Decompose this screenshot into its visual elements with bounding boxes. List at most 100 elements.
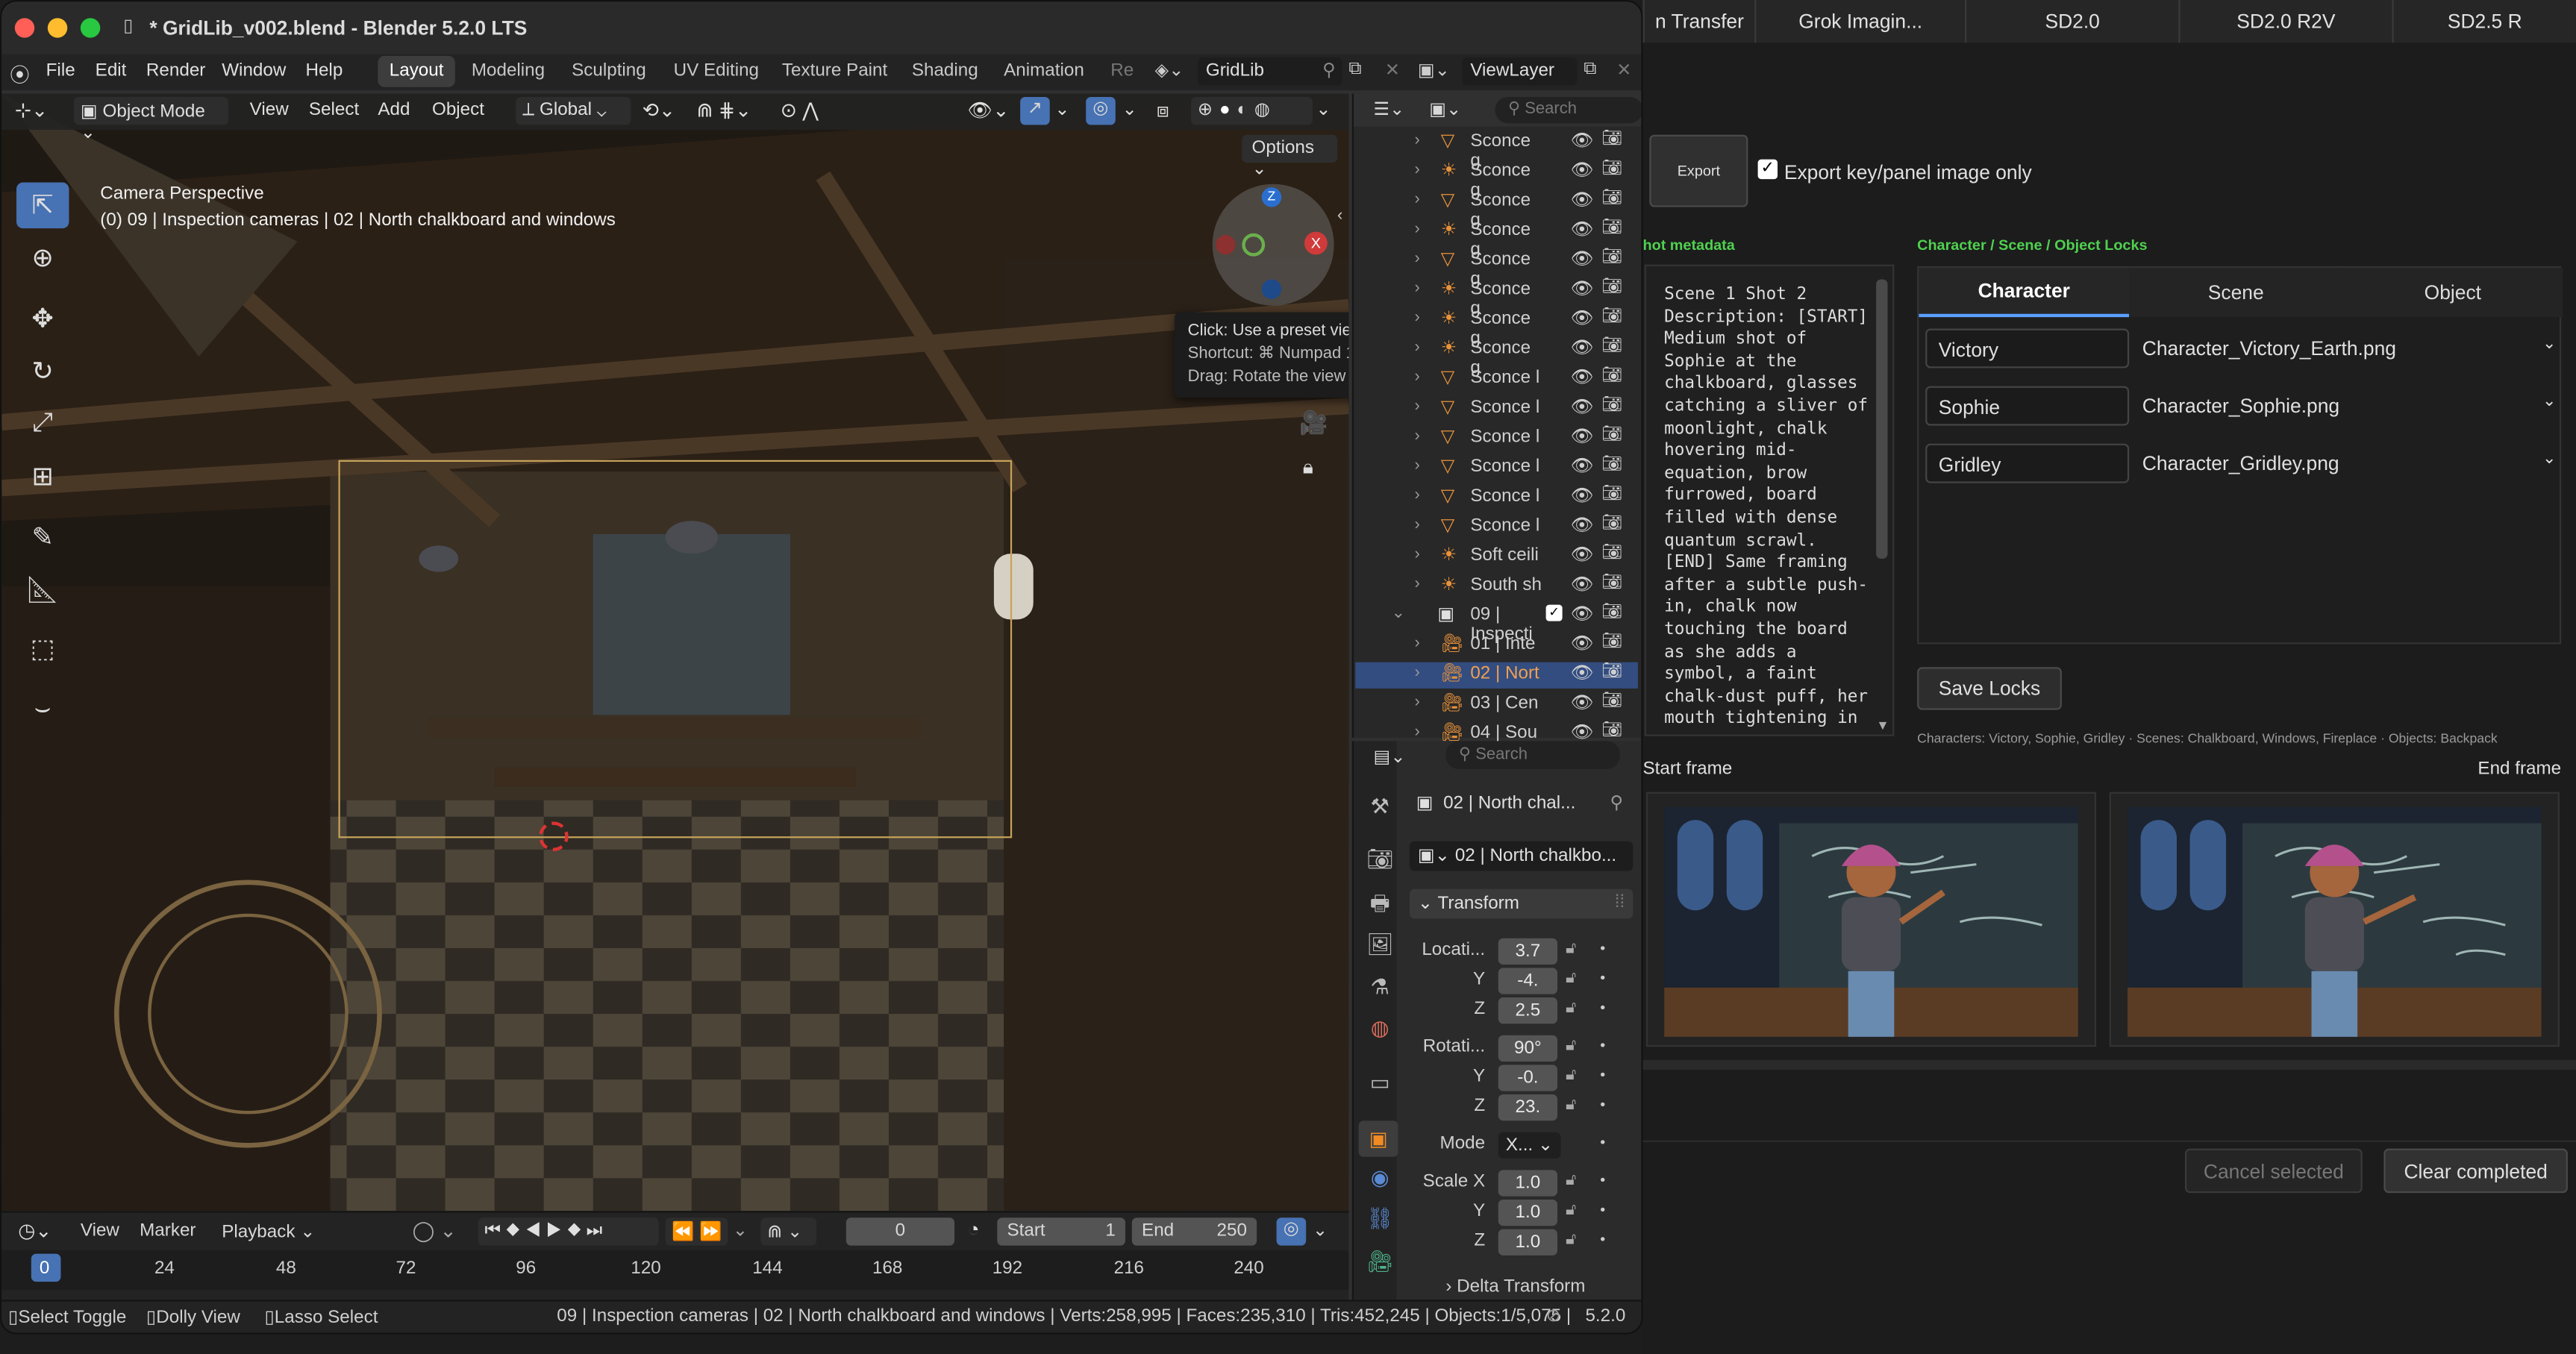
curve-tool[interactable]: ⌣ bbox=[16, 687, 69, 733]
options-dropdown[interactable]: Options ⌄ bbox=[1242, 134, 1338, 179]
start-frame-field[interactable]: Start 1 bbox=[997, 1217, 1126, 1246]
solid-shading-icon[interactable]: ● bbox=[1219, 100, 1237, 119]
visibility-eye-icon[interactable]: 👁︎ bbox=[1571, 692, 1594, 713]
tab-sd25[interactable]: SD2.5 R bbox=[2392, 0, 2576, 43]
scale-x-field[interactable]: 1.0 bbox=[1498, 1170, 1558, 1197]
keyframe-dot-icon[interactable]: • bbox=[1600, 1037, 1605, 1053]
constraints-properties-icon[interactable]: ⛓ bbox=[1365, 1206, 1395, 1232]
visibility-eye-icon[interactable]: 👁︎ bbox=[1571, 248, 1594, 269]
output-properties-icon[interactable]: 🖶 bbox=[1365, 889, 1395, 925]
keyframe-dot-icon[interactable]: • bbox=[1600, 1067, 1605, 1083]
timeline-view-dropdown-icon[interactable]: ⌄ bbox=[1313, 1219, 1328, 1241]
tab-grok[interactable]: Grok Imagin... bbox=[1754, 0, 1965, 43]
workspace-tab-layout[interactable]: Layout bbox=[378, 55, 455, 87]
outliner-row[interactable]: › ▽ Sconce g 👁︎ 📷︎ bbox=[1414, 246, 1637, 289]
visibility-eye-icon[interactable]: 👁︎ bbox=[1571, 189, 1594, 210]
tab-sd20-r2v[interactable]: SD2.0 R2V bbox=[2178, 0, 2392, 43]
render-camera-icon[interactable]: 📷︎ bbox=[1601, 544, 1622, 562]
workspace-tab-sculpting[interactable]: Sculpting bbox=[560, 56, 657, 87]
pin-icon[interactable]: ⚲ bbox=[1610, 792, 1623, 813]
render-camera-icon[interactable]: 📷︎ bbox=[1601, 514, 1622, 532]
object-name-row[interactable]: ▣ 02 | North chal... bbox=[1416, 792, 1576, 813]
display-mode-icon[interactable]: ▣⌄ bbox=[1429, 98, 1461, 119]
render-properties-icon[interactable]: 📷︎ bbox=[1365, 846, 1395, 872]
lock-file-select[interactable]: Character_Sophie.png ⌄ bbox=[2142, 386, 2557, 426]
viewport-menu-view[interactable]: View bbox=[250, 100, 289, 119]
render-camera-icon[interactable]: 📷︎ bbox=[1601, 307, 1622, 325]
menu-file[interactable]: File bbox=[46, 60, 75, 80]
expand-arrow-icon[interactable]: › bbox=[1414, 545, 1419, 563]
outliner-row[interactable]: › ▽ Sconce l 👁︎ 📷︎ bbox=[1414, 483, 1637, 513]
transform-orientation-dropdown[interactable]: ⟂ Global ⌄ bbox=[516, 96, 631, 125]
scene-properties-icon[interactable]: ⚗ bbox=[1365, 974, 1395, 1000]
menu-window[interactable]: Window bbox=[222, 60, 286, 80]
lock-icon[interactable]: 🔓︎ bbox=[1566, 970, 1576, 988]
outliner-row[interactable]: › ☀ South sh 👁︎ 📷︎ bbox=[1414, 572, 1637, 602]
render-camera-icon[interactable]: 📷︎ bbox=[1601, 130, 1622, 148]
minimize-window-button[interactable] bbox=[47, 18, 68, 38]
pivot-icon[interactable]: ⟲⌄ bbox=[643, 98, 675, 122]
view-layer-selector[interactable]: ViewLayer bbox=[1462, 57, 1578, 86]
gizmo-dropdown-icon[interactable]: ⌄ bbox=[1054, 98, 1069, 119]
expand-arrow-icon[interactable]: › bbox=[1414, 634, 1419, 652]
visibility-icon[interactable]: 👁︎⌄ bbox=[968, 98, 1010, 122]
keyframe-dot-icon[interactable]: • bbox=[1600, 1231, 1605, 1247]
outliner-row[interactable]: › ☀ Sconce g 👁︎ 📷︎ bbox=[1414, 276, 1637, 319]
export-button[interactable]: Export bbox=[1649, 134, 1748, 207]
timeline-menu-view[interactable]: View bbox=[81, 1221, 119, 1241]
tool-properties-icon[interactable]: ⚒ bbox=[1365, 794, 1395, 820]
workspace-tab-modeling[interactable]: Modeling bbox=[460, 56, 556, 87]
expand-arrow-icon[interactable]: › bbox=[1414, 279, 1419, 297]
next-keyframe-icon[interactable]: ◆ bbox=[567, 1221, 587, 1241]
expand-arrow-icon[interactable]: › bbox=[1414, 220, 1419, 238]
cursor-tool[interactable]: ⊕ bbox=[16, 235, 69, 281]
blender-logo-icon[interactable]: ⦿ bbox=[10, 60, 29, 88]
visibility-eye-icon[interactable]: 👁︎ bbox=[1571, 633, 1594, 654]
gizmo-toggle-icon[interactable]: ↗ bbox=[1020, 96, 1050, 125]
outliner-row[interactable]: › ▽ Sconce l 👁︎ 📷︎ bbox=[1414, 365, 1637, 395]
export-checkbox[interactable]: ✓ bbox=[1757, 159, 1778, 180]
expand-arrow-icon[interactable]: › bbox=[1414, 191, 1419, 209]
keying-dropdown-icon[interactable]: ⌄ bbox=[733, 1219, 748, 1241]
lock-name-input[interactable]: Sophie bbox=[1925, 386, 2130, 426]
menu-edit[interactable]: Edit bbox=[96, 60, 127, 80]
network-off-icon[interactable]: ⊘ bbox=[1546, 1305, 1561, 1326]
outliner-row[interactable]: › ☀ Sconce g 👁︎ 📷︎ bbox=[1414, 217, 1637, 260]
render-camera-icon[interactable]: 📷︎ bbox=[1601, 721, 1622, 739]
outliner-row[interactable]: ⌄ ▣ 09 | Inspecti ✓ 👁︎ 📷︎ bbox=[1392, 601, 1637, 644]
object-data-selector[interactable]: ▣⌄ 02 | North chalkbo... bbox=[1409, 841, 1634, 871]
scene-icon[interactable]: ◈⌄ bbox=[1155, 59, 1184, 80]
transform-panel-header[interactable]: ⌄ Transform ⁞⁞ bbox=[1409, 888, 1634, 919]
lock-icon[interactable]: 🔓︎ bbox=[1566, 999, 1576, 1017]
outliner-row[interactable]: › 🎥︎ 02 | Nort 👁︎ 📷︎ bbox=[1414, 660, 1637, 690]
3d-cursor-icon[interactable] bbox=[539, 821, 569, 851]
visibility-eye-icon[interactable]: 👁︎ bbox=[1571, 396, 1594, 417]
visibility-eye-icon[interactable]: 👁︎ bbox=[1571, 337, 1594, 358]
3d-viewport[interactable]: Camera Perspective (0) 09 | Inspection c… bbox=[1, 93, 1349, 1212]
outliner-row[interactable]: › ▽ Sconce l 👁︎ 📷︎ bbox=[1414, 513, 1637, 542]
stopwatch-icon[interactable]: ◔ bbox=[968, 1217, 980, 1241]
object-properties-icon[interactable]: ▣ bbox=[1358, 1121, 1398, 1157]
render-camera-icon[interactable]: 📷︎ bbox=[1601, 603, 1622, 621]
lock-name-input[interactable]: Victory bbox=[1925, 328, 2130, 369]
visibility-eye-icon[interactable]: 👁︎ bbox=[1571, 425, 1594, 447]
location-z-field[interactable]: 2.5 bbox=[1498, 997, 1558, 1024]
timeline-editor-type-icon[interactable]: ◷⌄ bbox=[18, 1219, 51, 1242]
remove-scene-icon[interactable]: ✕ bbox=[1385, 59, 1400, 80]
lock-icon[interactable]: 🔓︎ bbox=[1566, 1096, 1576, 1114]
menu-render[interactable]: Render bbox=[146, 60, 205, 80]
timeline-view-icon[interactable]: ◎ bbox=[1276, 1217, 1307, 1246]
wireframe-shading-icon[interactable]: ⊕ bbox=[1198, 100, 1219, 119]
render-camera-icon[interactable]: 📷︎ bbox=[1601, 485, 1622, 503]
collection-properties-icon[interactable]: ▭ bbox=[1365, 1070, 1395, 1096]
lock-icon[interactable]: 🔓︎ bbox=[1566, 1067, 1576, 1085]
shading-mode-buttons[interactable]: ⊕●◐◍ bbox=[1191, 96, 1313, 125]
play-reverse-icon[interactable]: ◀ bbox=[525, 1221, 546, 1241]
visibility-eye-icon[interactable]: 👁︎ bbox=[1571, 603, 1594, 624]
editor-type-icon[interactable]: ⊹⌄ bbox=[15, 98, 48, 122]
properties-editor-type-icon[interactable]: ▤⌄ bbox=[1373, 746, 1405, 767]
jump-end-icon[interactable]: ⏭ bbox=[587, 1221, 607, 1241]
gizmo-neg-z-axis[interactable] bbox=[1261, 279, 1282, 299]
physics-properties-icon[interactable]: ◉ bbox=[1365, 1165, 1395, 1191]
visibility-eye-icon[interactable]: 👁︎ bbox=[1571, 455, 1594, 476]
